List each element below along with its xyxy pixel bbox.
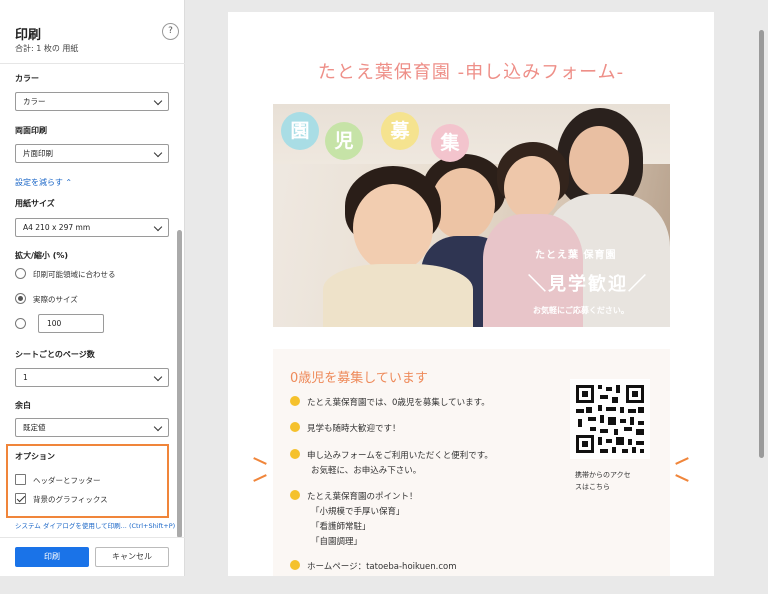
scale-custom-radio[interactable] (15, 318, 26, 329)
photo-school-name: たとえ葉 保育園 (535, 250, 617, 261)
qr-caption-line-2: スはこちら (575, 483, 610, 491)
header-footer-checkbox[interactable] (15, 474, 26, 485)
scale-label: 拡大/縮小 (%) (15, 251, 69, 260)
smiley-icon (290, 396, 300, 406)
info-section: 0歳児を募集しています たとえ葉保育園では、0歳児を募集しています。 見学も随時… (273, 349, 670, 576)
list-sub-text: 「看護師常駐」 (311, 522, 371, 532)
list-item: たとえ葉保育園では、0歳児を募集しています。 (290, 396, 490, 411)
list-sub-text: 「小規模で手厚い保育」 (311, 507, 405, 517)
bubble-3: 募 (381, 112, 419, 150)
decor-mark (253, 474, 267, 482)
photo-figure (504, 156, 560, 220)
help-icon[interactable]: ? (162, 23, 179, 40)
list-item-text: 申し込みフォームをご利用いただくと便利です。 (307, 451, 493, 461)
divider (0, 63, 185, 64)
decor-mark (675, 457, 689, 465)
paper-size-label: 用紙サイズ (15, 199, 55, 208)
preview-page: たとえ葉保育園 -申し込みフォーム- 園 児 募 集 たとえ葉 保育園 ＼見学歓… (228, 12, 714, 576)
cancel-button[interactable]: キャンセル (95, 547, 169, 567)
smiley-icon (290, 422, 300, 432)
smiley-icon (290, 560, 300, 570)
scale-actual-radio[interactable] (15, 293, 26, 304)
recruitment-photo: 園 児 募 集 たとえ葉 保育園 ＼見学歓迎／ お気軽にご応募ください。 (273, 104, 670, 327)
preview-scrollbar[interactable] (759, 30, 764, 458)
background-graphics-label: 背景のグラフィックス (33, 495, 108, 504)
info-heading: 0歳児を募集しています (290, 371, 428, 386)
list-item: 申し込みフォームをご利用いただくと便利です。 (290, 449, 493, 464)
pages-per-sheet-value: 1 (23, 373, 28, 382)
scale-fit-label: 印刷可能領域に合わせる (33, 270, 116, 279)
list-item-text: たとえ葉保育園のポイント！ (307, 492, 418, 502)
paper-size-select[interactable]: A4 210 x 297 mm (15, 218, 169, 237)
scale-actual-label: 実際のサイズ (33, 295, 78, 304)
pages-per-sheet-label: シートごとのページ数 (15, 350, 95, 359)
photo-headline: ＼見学歓迎／ (528, 274, 648, 295)
duplex-label: 両面印刷 (15, 126, 47, 135)
decor-mark (253, 457, 267, 465)
print-settings-panel: 印刷 合計: 1 枚の 用紙 ? カラー カラー 両面印刷 片面印刷 設定を減ら… (0, 0, 185, 576)
print-button[interactable]: 印刷 (15, 547, 89, 567)
list-item: 見学も随時大歓迎です！ (290, 422, 401, 437)
divider (0, 537, 185, 538)
chevron-down-icon (153, 96, 163, 106)
list-item-text: ホームページ：tatoeba-hoikuen.com (307, 562, 457, 572)
photo-figure (569, 126, 629, 196)
duplex-select[interactable]: 片面印刷 (15, 144, 169, 163)
background-graphics-checkbox[interactable] (15, 493, 26, 504)
paper-size-value: A4 210 x 297 mm (23, 223, 91, 232)
bubble-1: 園 (281, 112, 319, 150)
smiley-icon (290, 490, 300, 500)
list-sub-text: お気軽に、お申込み下さい。 (311, 466, 422, 476)
smiley-icon (290, 449, 300, 459)
system-dialog-link[interactable]: システム ダイアログを使用して印刷... (Ctrl+Shift+P) (15, 520, 175, 530)
chevron-down-icon (153, 148, 163, 158)
color-select-value: カラー (23, 97, 46, 106)
chevron-down-icon (153, 222, 163, 232)
duplex-select-value: 片面印刷 (23, 149, 53, 158)
page-title: たとえ葉保育園 -申し込みフォーム- (317, 62, 625, 83)
qr-code (570, 379, 650, 459)
margins-select[interactable]: 既定値 (15, 418, 169, 437)
qr-caption-line-1: 携帯からのアクセ (575, 471, 631, 479)
list-item: ホームページ：tatoeba-hoikuen.com (290, 560, 457, 575)
list-item: たとえ葉保育園のポイント！ (290, 490, 418, 505)
list-item-text: 見学も随時大歓迎です！ (307, 424, 401, 434)
qr-code-graphic (576, 385, 644, 453)
pages-per-sheet-select[interactable]: 1 (15, 368, 169, 387)
color-label: カラー (15, 74, 39, 83)
chevron-down-icon (153, 422, 163, 432)
header-footer-label: ヘッダーとフッター (33, 476, 101, 485)
color-select[interactable]: カラー (15, 92, 169, 111)
qr-caption: 携帯からのアクセ スはこちら (575, 469, 665, 493)
photo-figure (323, 264, 473, 327)
bubble-4: 集 (431, 124, 469, 162)
chevron-down-icon (153, 372, 163, 382)
list-sub-text: 「自園調理」 (311, 537, 363, 547)
decor-mark (675, 474, 689, 482)
photo-figure (353, 184, 433, 272)
margins-label: 余白 (15, 401, 31, 410)
sheet-count: 合計: 1 枚の 用紙 (15, 44, 79, 53)
list-item-text: たとえ葉保育園では、0歳児を募集しています。 (307, 398, 490, 408)
bubble-2: 児 (325, 122, 363, 160)
photo-subline: お気軽にご応募ください。 (533, 306, 629, 315)
scale-fit-radio[interactable] (15, 268, 26, 279)
less-settings-link[interactable]: 設定を減らす ⌃ (15, 177, 72, 188)
dialog-title: 印刷 (15, 28, 42, 43)
margins-value: 既定値 (23, 423, 46, 432)
panel-scrollbar[interactable] (177, 230, 182, 538)
scale-input[interactable]: 100 (38, 314, 104, 333)
options-label: オプション (15, 452, 55, 461)
print-dialog: 印刷 合計: 1 枚の 用紙 ? カラー カラー 両面印刷 片面印刷 設定を減ら… (0, 0, 768, 594)
print-preview: たとえ葉保育園 -申し込みフォーム- 園 児 募 集 たとえ葉 保育園 ＼見学歓… (186, 0, 768, 576)
